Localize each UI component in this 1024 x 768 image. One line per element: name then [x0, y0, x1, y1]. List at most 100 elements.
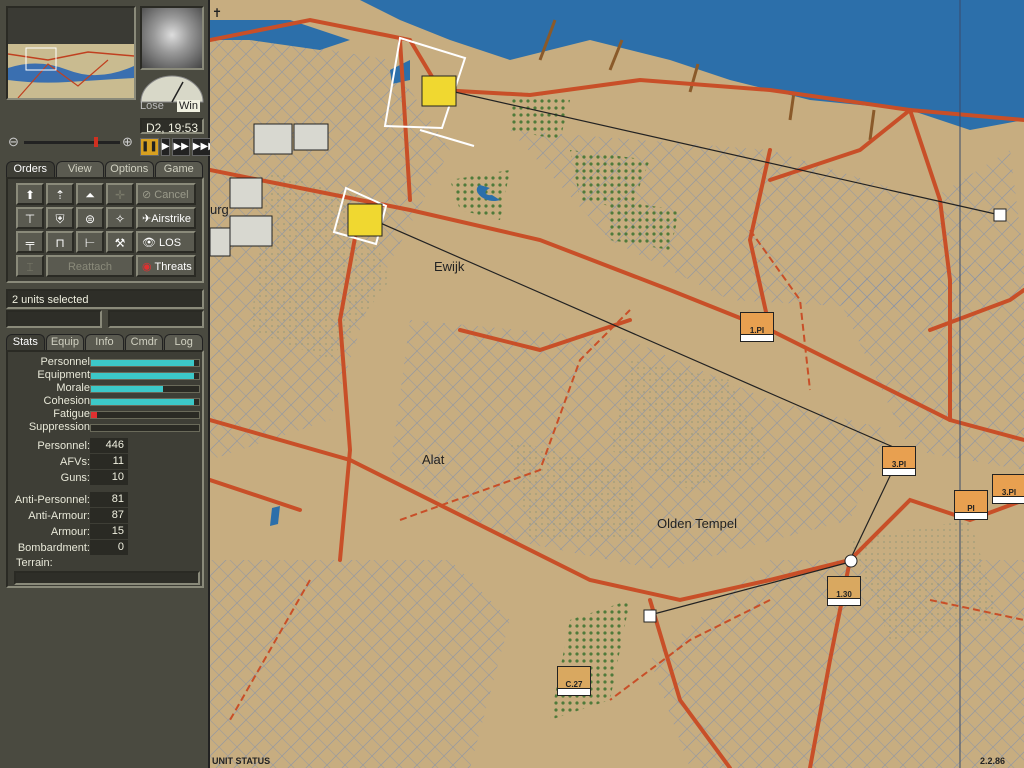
- unit-counter-base: [558, 688, 590, 695]
- number-row: Armour: 15: [12, 524, 202, 540]
- tab-stats[interactable]: Stats: [6, 334, 45, 350]
- tab-equip[interactable]: Equip: [45, 334, 85, 350]
- stat-bar: [90, 359, 200, 367]
- tab-log[interactable]: Log: [164, 334, 203, 350]
- side-panel: Lose Win ⊖ ⊕ D2, 19:53 ❚❚ ▶ ▶▶ ▶▶▶ Order…: [0, 0, 217, 768]
- place-label-ewijk: Ewijk: [434, 259, 465, 274]
- speed-controls: ❚❚ ▶ ▶▶ ▶▶▶: [140, 138, 217, 156]
- zoom-in-icon[interactable]: ⊕: [122, 134, 133, 150]
- stat-bar: [90, 385, 200, 393]
- number-row: Anti-Armour: 87: [12, 508, 202, 524]
- stat-label: Suppression: [28, 421, 90, 433]
- selection-status: 2 units selected: [6, 289, 204, 309]
- bombard-order-icon[interactable]: ✛: [106, 183, 134, 205]
- compass-icon: ✝: [212, 6, 223, 20]
- tab-orders[interactable]: Orders: [6, 161, 55, 177]
- dig-in-order-icon[interactable]: ╤: [16, 231, 44, 253]
- number-value: 81: [90, 492, 128, 507]
- cancel-button[interactable]: ⊘ Cancel: [136, 183, 196, 205]
- fast-move-order-icon[interactable]: ⇡: [46, 183, 74, 205]
- zoom-thumb[interactable]: [94, 137, 98, 147]
- stat-label: Cohesion: [43, 395, 90, 407]
- tab-game[interactable]: Game: [154, 161, 203, 177]
- number-label: Bombardment:: [17, 542, 90, 554]
- tab-cmdr[interactable]: Cmdr: [124, 334, 164, 350]
- defend-order-icon[interactable]: ⛨: [46, 207, 74, 229]
- unit-counter-base: [993, 496, 1024, 503]
- win-label: Win: [177, 100, 200, 112]
- minimap[interactable]: [6, 6, 136, 100]
- number-row: Bombardment: 0: [12, 540, 202, 556]
- airstrike-label: Airstrike: [151, 213, 191, 225]
- stat-bar: [90, 398, 200, 406]
- number-label: Anti-Armour:: [28, 510, 90, 522]
- main-tabs: Orders View Options Game: [6, 161, 204, 177]
- game-clock: D2, 19:53: [140, 118, 204, 135]
- unit-status-label: UNIT STATUS: [212, 756, 271, 766]
- number-value: 0: [90, 540, 128, 555]
- stat-row: Personnel: [12, 356, 202, 368]
- unit-counter[interactable]: 3.PI: [992, 474, 1024, 504]
- probe-order-icon[interactable]: ⏶: [76, 183, 104, 205]
- unit-counter[interactable]: PI: [954, 490, 988, 520]
- fast-button[interactable]: ▶▶: [172, 138, 190, 156]
- stat-row: Cohesion: [12, 395, 202, 407]
- unit-counter[interactable]: C.27: [557, 666, 591, 696]
- pause-button[interactable]: ❚❚: [140, 138, 159, 156]
- selected-unit-slot[interactable]: [6, 310, 102, 328]
- stat-row: Suppression: [12, 421, 202, 433]
- number-value: 15: [90, 524, 128, 539]
- stat-bar-fill: [91, 386, 164, 392]
- number-label: Anti-Personnel:: [14, 494, 90, 506]
- detach-order-icon[interactable]: ⌶: [16, 255, 44, 277]
- stat-bar-fill: [91, 373, 194, 379]
- unit-counter[interactable]: 1.PI: [740, 312, 774, 342]
- number-value: 11: [90, 454, 128, 469]
- reattach-button[interactable]: Reattach: [46, 255, 134, 277]
- move-order-icon[interactable]: ⬆: [16, 183, 44, 205]
- unit-counter[interactable]: 1.30: [827, 576, 861, 606]
- unit-counter-base: [883, 468, 915, 475]
- number-label: AFVs:: [60, 456, 90, 468]
- zoom-slider[interactable]: ⊖ ⊕: [8, 134, 134, 150]
- bridge-order-icon[interactable]: ⊢: [76, 231, 104, 253]
- rest-order-icon[interactable]: ⊜: [76, 207, 104, 229]
- target-order-icon[interactable]: ✧: [106, 207, 134, 229]
- stat-bar: [90, 411, 200, 419]
- stat-bar-fill: [91, 399, 194, 405]
- tab-options[interactable]: Options: [105, 161, 154, 177]
- unit-counter-base: [955, 512, 987, 519]
- tab-view[interactable]: View: [55, 161, 104, 177]
- number-label: Armour:: [50, 526, 90, 538]
- number-label: Personnel:: [37, 440, 90, 452]
- los-label: LOS: [159, 237, 182, 249]
- battle-map[interactable]: Ewijk Alat Olden Tempel urg 1.PI 3.PI 3.…: [210, 0, 1024, 768]
- number-value: 87: [90, 508, 128, 523]
- stats-tabs: Stats Equip Info Cmdr Log: [6, 334, 204, 350]
- terrain-field: [14, 571, 200, 585]
- zoom-out-icon[interactable]: ⊖: [8, 134, 19, 150]
- withdraw-order-icon[interactable]: ⊓: [46, 231, 74, 253]
- terrain-label: Terrain:: [16, 557, 53, 569]
- engineer-order-icon[interactable]: ⚒: [106, 231, 134, 253]
- selected-unit-slot[interactable]: [108, 310, 204, 328]
- stat-bar: [90, 372, 200, 380]
- stat-row: Fatigue: [12, 408, 202, 420]
- number-row: Anti-Personnel: 81: [12, 492, 202, 508]
- cancel-label: Cancel: [154, 189, 189, 201]
- lose-label: Lose: [140, 100, 164, 112]
- threats-label: Threats: [154, 261, 192, 273]
- number-value: 10: [90, 470, 128, 485]
- unit-counter[interactable]: 3.PI: [882, 446, 916, 476]
- number-label: Guns:: [60, 472, 90, 484]
- play-button[interactable]: ▶: [160, 138, 171, 156]
- threats-button[interactable]: ◉ Threats: [136, 255, 196, 277]
- stat-label: Fatigue: [53, 408, 90, 420]
- tab-info[interactable]: Info: [85, 334, 124, 350]
- hold-order-icon[interactable]: ⊤: [16, 207, 44, 229]
- number-row: Personnel: 446: [12, 438, 202, 454]
- airstrike-button[interactable]: ✈Airstrike: [136, 207, 196, 229]
- los-button[interactable]: 👁 LOS: [136, 231, 196, 253]
- stat-label: Personnel: [40, 356, 90, 368]
- unit-counter-base: [741, 334, 773, 341]
